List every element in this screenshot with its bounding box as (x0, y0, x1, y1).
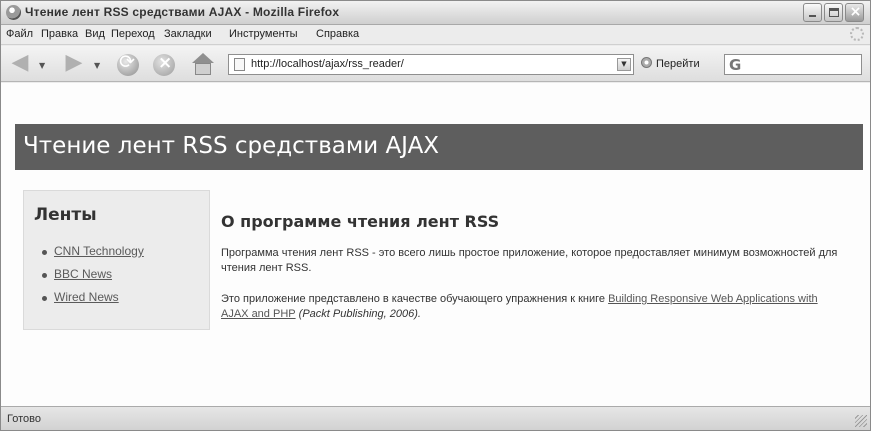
go-icon (641, 57, 652, 68)
url-history-dropdown-icon[interactable]: ▼ (617, 58, 631, 71)
menu-tools[interactable]: Инструменты (229, 28, 298, 40)
go-label: Перейти (656, 58, 700, 70)
book-publisher: (Packt Publishing, 2006). (295, 308, 421, 320)
home-body-icon (195, 63, 211, 75)
feed-list: CNN Technology BBC News Wired News (42, 244, 144, 313)
stop-button[interactable] (153, 53, 175, 76)
title-bar: Чтение лент RSS средствами AJAX - Mozill… (1, 1, 870, 25)
home-button[interactable] (191, 53, 215, 76)
feed-link-bbc-news[interactable]: BBC News (54, 267, 112, 281)
page-title: Чтение лент RSS средствами AJAX (23, 133, 440, 159)
menu-go[interactable]: Переход (111, 28, 155, 40)
list-item: BBC News (42, 267, 144, 290)
forward-history-dropdown-icon[interactable]: ▼ (94, 61, 100, 70)
close-icon: × (849, 4, 862, 20)
intro-paragraph: Программа чтения лент RSS - это всего ли… (221, 247, 838, 274)
list-item: CNN Technology (42, 244, 144, 267)
go-button[interactable]: Перейти (641, 57, 700, 70)
list-item: Wired News (42, 290, 144, 313)
activity-throbber-icon (850, 27, 864, 41)
close-button[interactable]: × (845, 3, 864, 22)
feed-link-cnn-technology[interactable]: CNN Technology (54, 244, 144, 258)
status-text: Готово (7, 413, 41, 425)
page-header-banner: Чтение лент RSS средствами AJAX (15, 124, 863, 170)
book-paragraph-prefix: Это приложение представлено в качестве о… (221, 293, 609, 305)
search-input[interactable]: G (724, 54, 862, 75)
maximize-button[interactable] (824, 3, 843, 22)
menu-edit[interactable]: Правка (41, 28, 78, 40)
url-input[interactable]: http://localhost/ajax/rss_reader/ (251, 58, 404, 70)
back-history-dropdown-icon[interactable]: ▼ (39, 61, 45, 70)
feeds-sidebar: Ленты CNN Technology BBC News Wired News (23, 190, 210, 330)
navigation-toolbar: ◀ ▼ ▶ ▼ http://localhost/ajax/rss_reader… (1, 46, 870, 82)
book-paragraph: Это приложение представлено в качестве о… (221, 292, 841, 322)
maximize-icon (829, 8, 839, 17)
menu-help[interactable]: Справка (316, 28, 359, 40)
menu-bookmarks[interactable]: Закладки (164, 28, 212, 40)
forward-button[interactable]: ▶ (61, 52, 87, 76)
window-controls: × (803, 3, 864, 22)
firefox-icon (6, 5, 21, 20)
window-title: Чтение лент RSS средствами AJAX - Mozill… (25, 5, 340, 19)
home-roof-icon (192, 53, 214, 63)
google-search-icon[interactable]: G (729, 56, 741, 74)
browser-window: Чтение лент RSS средствами AJAX - Mozill… (0, 0, 871, 431)
resize-grip-icon[interactable] (855, 415, 867, 427)
feed-link-wired-news[interactable]: Wired News (54, 290, 119, 304)
main-heading: О программе чтения лент RSS (221, 212, 500, 231)
sidebar-heading: Ленты (34, 205, 97, 225)
menu-bar: Файл Правка Вид Переход Закладки Инструм… (1, 25, 870, 45)
page-icon (234, 58, 245, 71)
back-button[interactable]: ◀ (7, 52, 33, 76)
address-bar[interactable]: http://localhost/ajax/rss_reader/ ▼ (228, 54, 634, 75)
reload-button[interactable] (117, 51, 139, 76)
menu-file[interactable]: Файл (6, 28, 33, 40)
main-content: О программе чтения лент RSS Программа чт… (221, 212, 841, 322)
minimize-icon (809, 15, 816, 17)
menu-view[interactable]: Вид (85, 28, 105, 40)
status-bar: Готово (1, 406, 870, 430)
page-viewport: Чтение лент RSS средствами AJAX Ленты CN… (1, 83, 870, 406)
minimize-button[interactable] (803, 3, 822, 22)
